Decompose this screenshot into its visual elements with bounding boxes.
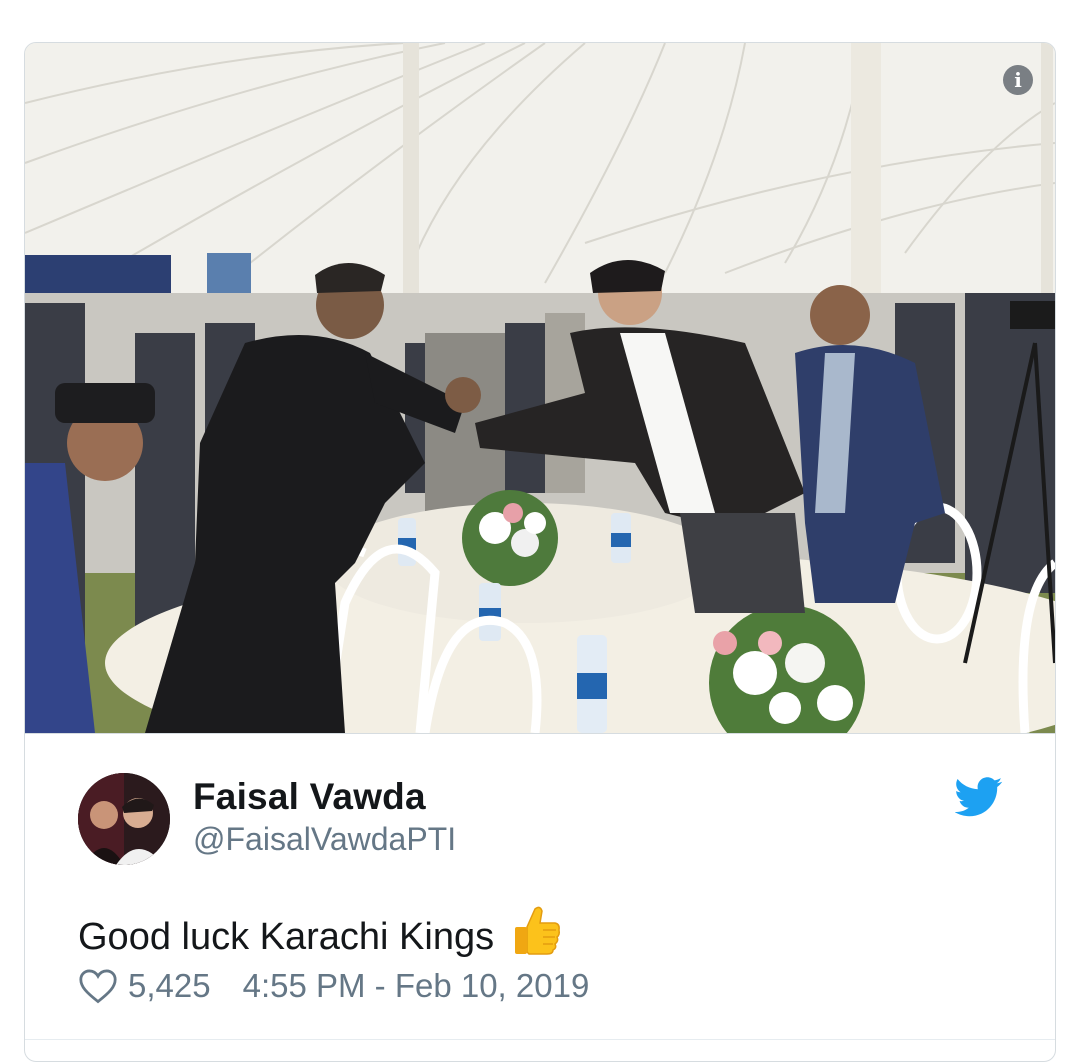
author-handle[interactable]: @FaisalVawdaPTI: [193, 821, 456, 858]
event-tent-photo: [25, 43, 1055, 733]
twitter-bird-icon[interactable]: [955, 777, 1003, 817]
tweet-card[interactable]: i Faisal Vawda @FaisalVawdaPTI Good luck…: [24, 42, 1056, 1062]
tweet-text-content: Good luck Karachi Kings: [78, 916, 495, 958]
tweet-photo[interactable]: i: [25, 43, 1055, 733]
like-count[interactable]: 5,425: [128, 967, 211, 1005]
tweet-text: Good luck Karachi Kings: [78, 905, 561, 959]
tweet-timestamp[interactable]: 4:55 PM - Feb 10, 2019: [243, 967, 590, 1005]
author-name[interactable]: Faisal Vawda: [193, 776, 426, 818]
avatar-image: [78, 773, 170, 865]
author-avatar[interactable]: [78, 773, 170, 865]
heart-icon[interactable]: [78, 968, 118, 1004]
info-icon[interactable]: i: [1003, 65, 1033, 95]
thumbs-up-icon: [514, 906, 560, 955]
photo-divider: [25, 733, 1055, 734]
card-bottom-divider: [25, 1039, 1055, 1040]
tweet-meta: 5,425 4:55 PM - Feb 10, 2019: [78, 967, 589, 1005]
